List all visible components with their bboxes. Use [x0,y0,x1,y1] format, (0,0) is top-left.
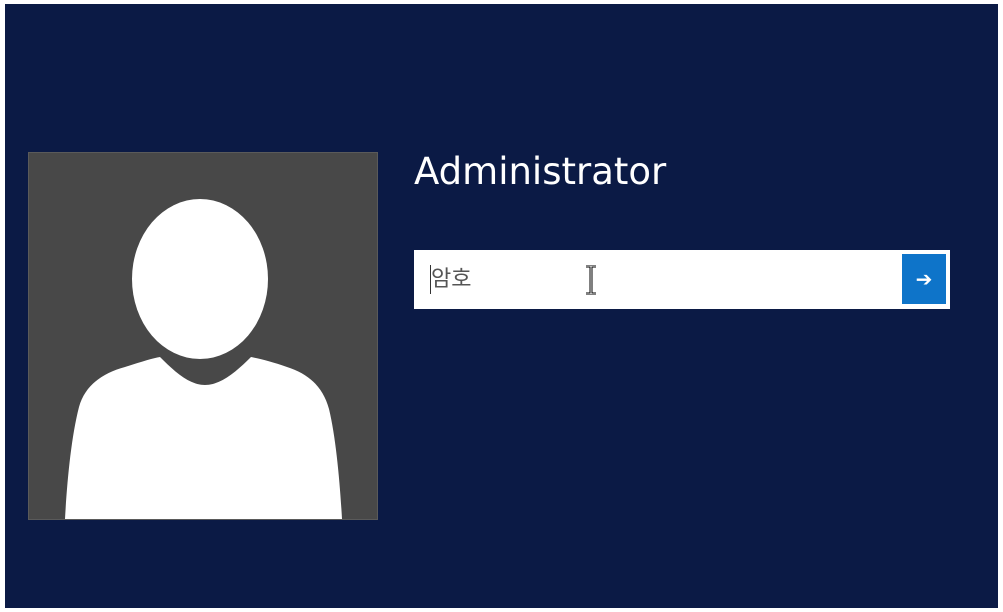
user-avatar [28,152,378,520]
password-field-container: ➔ [414,250,950,309]
ibeam-cursor-icon [586,265,596,295]
submit-button[interactable]: ➔ [902,254,946,304]
password-input[interactable] [414,250,894,309]
username-label: Administrator [414,150,667,193]
lock-screen: Administrator ➔ [5,4,998,608]
user-silhouette-icon [65,199,342,519]
text-caret [430,265,431,294]
arrow-right-icon: ➔ [915,267,933,291]
